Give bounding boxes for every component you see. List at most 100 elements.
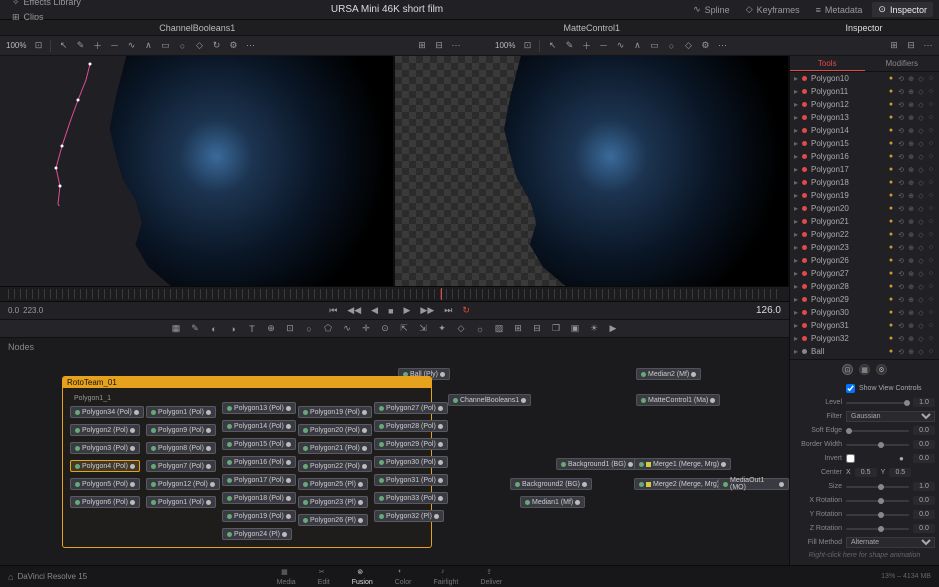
wand-node-icon[interactable]: ✦ <box>437 323 448 334</box>
softedge-slider[interactable] <box>846 430 909 432</box>
reset-icon[interactable]: ⟲ <box>897 270 905 278</box>
viewer-dot-icon[interactable]: ● <box>887 257 895 265</box>
bg-node-icon[interactable]: ▦ <box>171 323 182 334</box>
param-footer-hint[interactable]: Right-click here for shape animation <box>794 550 935 561</box>
key-icon[interactable]: ◇ <box>917 348 925 356</box>
node-polygon20-pol-[interactable]: Polygon20 (Pol) <box>298 424 372 436</box>
viewer-dot-icon[interactable]: ● <box>887 179 895 187</box>
viewer-dot-icon[interactable]: ● <box>887 283 895 291</box>
node-polygon17-pol-[interactable]: Polygon17 (Pol) <box>222 474 296 486</box>
disable-icon[interactable]: ○ <box>927 153 935 161</box>
node-polygon4-pol-[interactable]: Polygon4 (Pol) <box>70 460 140 472</box>
key-node-icon[interactable]: ◇ <box>456 323 467 334</box>
node-median2[interactable]: Median2 (Mf) <box>636 368 701 380</box>
lock-icon[interactable]: ⊕ <box>907 114 915 122</box>
node-polygon6-pol-[interactable]: Polygon6 (Pol) <box>70 496 140 508</box>
key-icon[interactable]: ◇ <box>917 270 925 278</box>
node-polygon9-pol-[interactable]: Polygon9 (Pol) <box>146 424 216 436</box>
flow-area[interactable]: Nodes Ball (Ply) ChannelBooleans1 Median… <box>0 338 789 565</box>
solid-icon[interactable]: ● <box>899 454 909 463</box>
tool-row-polygon18[interactable]: ▸Polygon18●⟲⊕◇○ <box>790 176 939 189</box>
reset-icon[interactable]: ⟲ <box>897 218 905 226</box>
page-edit[interactable]: ✂Edit <box>318 568 330 586</box>
key-icon[interactable]: ◇ <box>917 322 925 330</box>
lock-icon[interactable]: ⊕ <box>907 75 915 83</box>
tool-list[interactable]: ▸Polygon10●⟲⊕◇○▸Polygon11●⟲⊕◇○▸Polygon12… <box>790 72 939 359</box>
topbar-effects-library[interactable]: ✧Effects Library <box>6 0 87 10</box>
center-x-value[interactable]: 0.5 <box>855 468 877 477</box>
tool-row-polygon12[interactable]: ▸Polygon12●⟲⊕◇○ <box>790 98 939 111</box>
first-frame-icon[interactable]: ⏮ <box>329 305 337 316</box>
tab-modifiers[interactable]: Modifiers <box>865 56 939 71</box>
tool-row-polygon26[interactable]: ▸Polygon26●⟲⊕◇○ <box>790 254 939 267</box>
node-polygon7-pol-[interactable]: Polygon7 (Pol) <box>146 460 216 472</box>
key-icon[interactable]: ◇ <box>917 75 925 83</box>
rect-icon[interactable]: ▭ <box>160 41 170 51</box>
key-icon[interactable]: ◇ <box>917 257 925 265</box>
view-b-opts-icon[interactable]: ⋯ <box>923 41 933 51</box>
disable-icon[interactable]: ○ <box>927 231 935 239</box>
play-rev-icon[interactable]: ◀ <box>371 305 378 316</box>
zoom-a[interactable]: 100% <box>6 41 26 50</box>
loader-node-icon[interactable]: ⇱ <box>399 323 410 334</box>
key-icon[interactable]: ◇ <box>917 153 925 161</box>
node-polygon31-pol-[interactable]: Polygon31 (Pol) <box>374 474 448 486</box>
more-icon[interactable]: ⋯ <box>245 41 255 51</box>
prev-frame-icon[interactable]: ◀◀ <box>347 305 361 316</box>
lock-icon[interactable]: ⊕ <box>907 179 915 187</box>
render-node-icon[interactable]: ▶ <box>608 323 619 334</box>
disable-icon[interactable]: ○ <box>927 296 935 304</box>
yrot-slider[interactable] <box>846 514 909 516</box>
lock-icon[interactable]: ⊕ <box>907 309 915 317</box>
node-polygon30-pol-[interactable]: Polygon30 (Pol) <box>374 456 448 468</box>
key-icon[interactable]: ◇ <box>917 231 925 239</box>
tool-row-polygon14[interactable]: ▸Polygon14●⟲⊕◇○ <box>790 124 939 137</box>
view-b-a-icon[interactable]: ⊞ <box>889 41 899 51</box>
yrot-value[interactable]: 0.0 <box>913 510 935 519</box>
page-media[interactable]: ▦Media <box>277 568 296 586</box>
blur-node-icon[interactable]: ◐ <box>209 323 220 334</box>
range-start[interactable]: 0.0 <box>8 306 19 315</box>
lock-icon[interactable]: ⊕ <box>907 127 915 135</box>
fit-b-icon[interactable]: ⊡ <box>522 41 532 51</box>
key-icon[interactable]: ◇ <box>917 166 925 174</box>
lock-icon[interactable]: ⊕ <box>907 322 915 330</box>
xrot-value[interactable]: 0.0 <box>913 496 935 505</box>
tool-row-ball[interactable]: ▸Ball●⟲⊕◇○ <box>790 345 939 358</box>
viewer-b[interactable] <box>395 56 790 286</box>
timeline-ruler[interactable] <box>0 286 789 302</box>
viewer-b-title[interactable]: MatteControl1 <box>395 23 790 33</box>
lock-icon[interactable]: ⊕ <box>907 205 915 213</box>
node-polygon21-pol-[interactable]: Polygon21 (Pol) <box>298 442 372 454</box>
reset-icon[interactable]: ⟲ <box>897 114 905 122</box>
viewer-dot-icon[interactable]: ● <box>887 244 895 252</box>
lock-icon[interactable]: ⊕ <box>907 296 915 304</box>
page-deliver[interactable]: ⇪Deliver <box>480 568 502 586</box>
stop-icon[interactable]: ■ <box>388 306 393 316</box>
tool-row-polygon31[interactable]: ▸Polygon31●⟲⊕◇○ <box>790 319 939 332</box>
viewer-dot-icon[interactable]: ● <box>887 218 895 226</box>
ruler[interactable] <box>8 289 781 299</box>
lock-icon[interactable]: ⊕ <box>907 283 915 291</box>
disable-icon[interactable]: ○ <box>927 322 935 330</box>
b-pointer-icon[interactable]: ↖ <box>547 41 557 51</box>
reset-icon[interactable]: ⟲ <box>897 231 905 239</box>
node-polygon32-pl-[interactable]: Polygon32 (Pl) <box>374 510 444 522</box>
tool-row-polygon13[interactable]: ▸Polygon13●⟲⊕◇○ <box>790 111 939 124</box>
disable-icon[interactable]: ○ <box>927 101 935 109</box>
zrot-value[interactable]: 0.0 <box>913 524 935 533</box>
tool-row-polygon21[interactable]: ▸Polygon21●⟲⊕◇○ <box>790 215 939 228</box>
viewer-dot-icon[interactable]: ● <box>887 322 895 330</box>
reset-icon[interactable]: ⟲ <box>897 75 905 83</box>
lock-icon[interactable]: ⊕ <box>907 270 915 278</box>
disable-icon[interactable]: ○ <box>927 283 935 291</box>
next-frame-icon[interactable]: ▶▶ <box>420 305 434 316</box>
tool-row-polygon30[interactable]: ▸Polygon30●⟲⊕◇○ <box>790 306 939 319</box>
tool-row-polygon10[interactable]: ▸Polygon10●⟲⊕◇○ <box>790 72 939 85</box>
loop-icon[interactable]: ↻ <box>211 41 221 51</box>
node-polygon26-pl-[interactable]: Polygon26 (Pl) <box>298 514 368 526</box>
key-icon[interactable]: ◇ <box>917 309 925 317</box>
noise-node-icon[interactable]: ▨ <box>494 323 505 334</box>
cc-node-icon[interactable]: ◑ <box>228 323 239 334</box>
lock-icon[interactable]: ⊕ <box>907 88 915 96</box>
